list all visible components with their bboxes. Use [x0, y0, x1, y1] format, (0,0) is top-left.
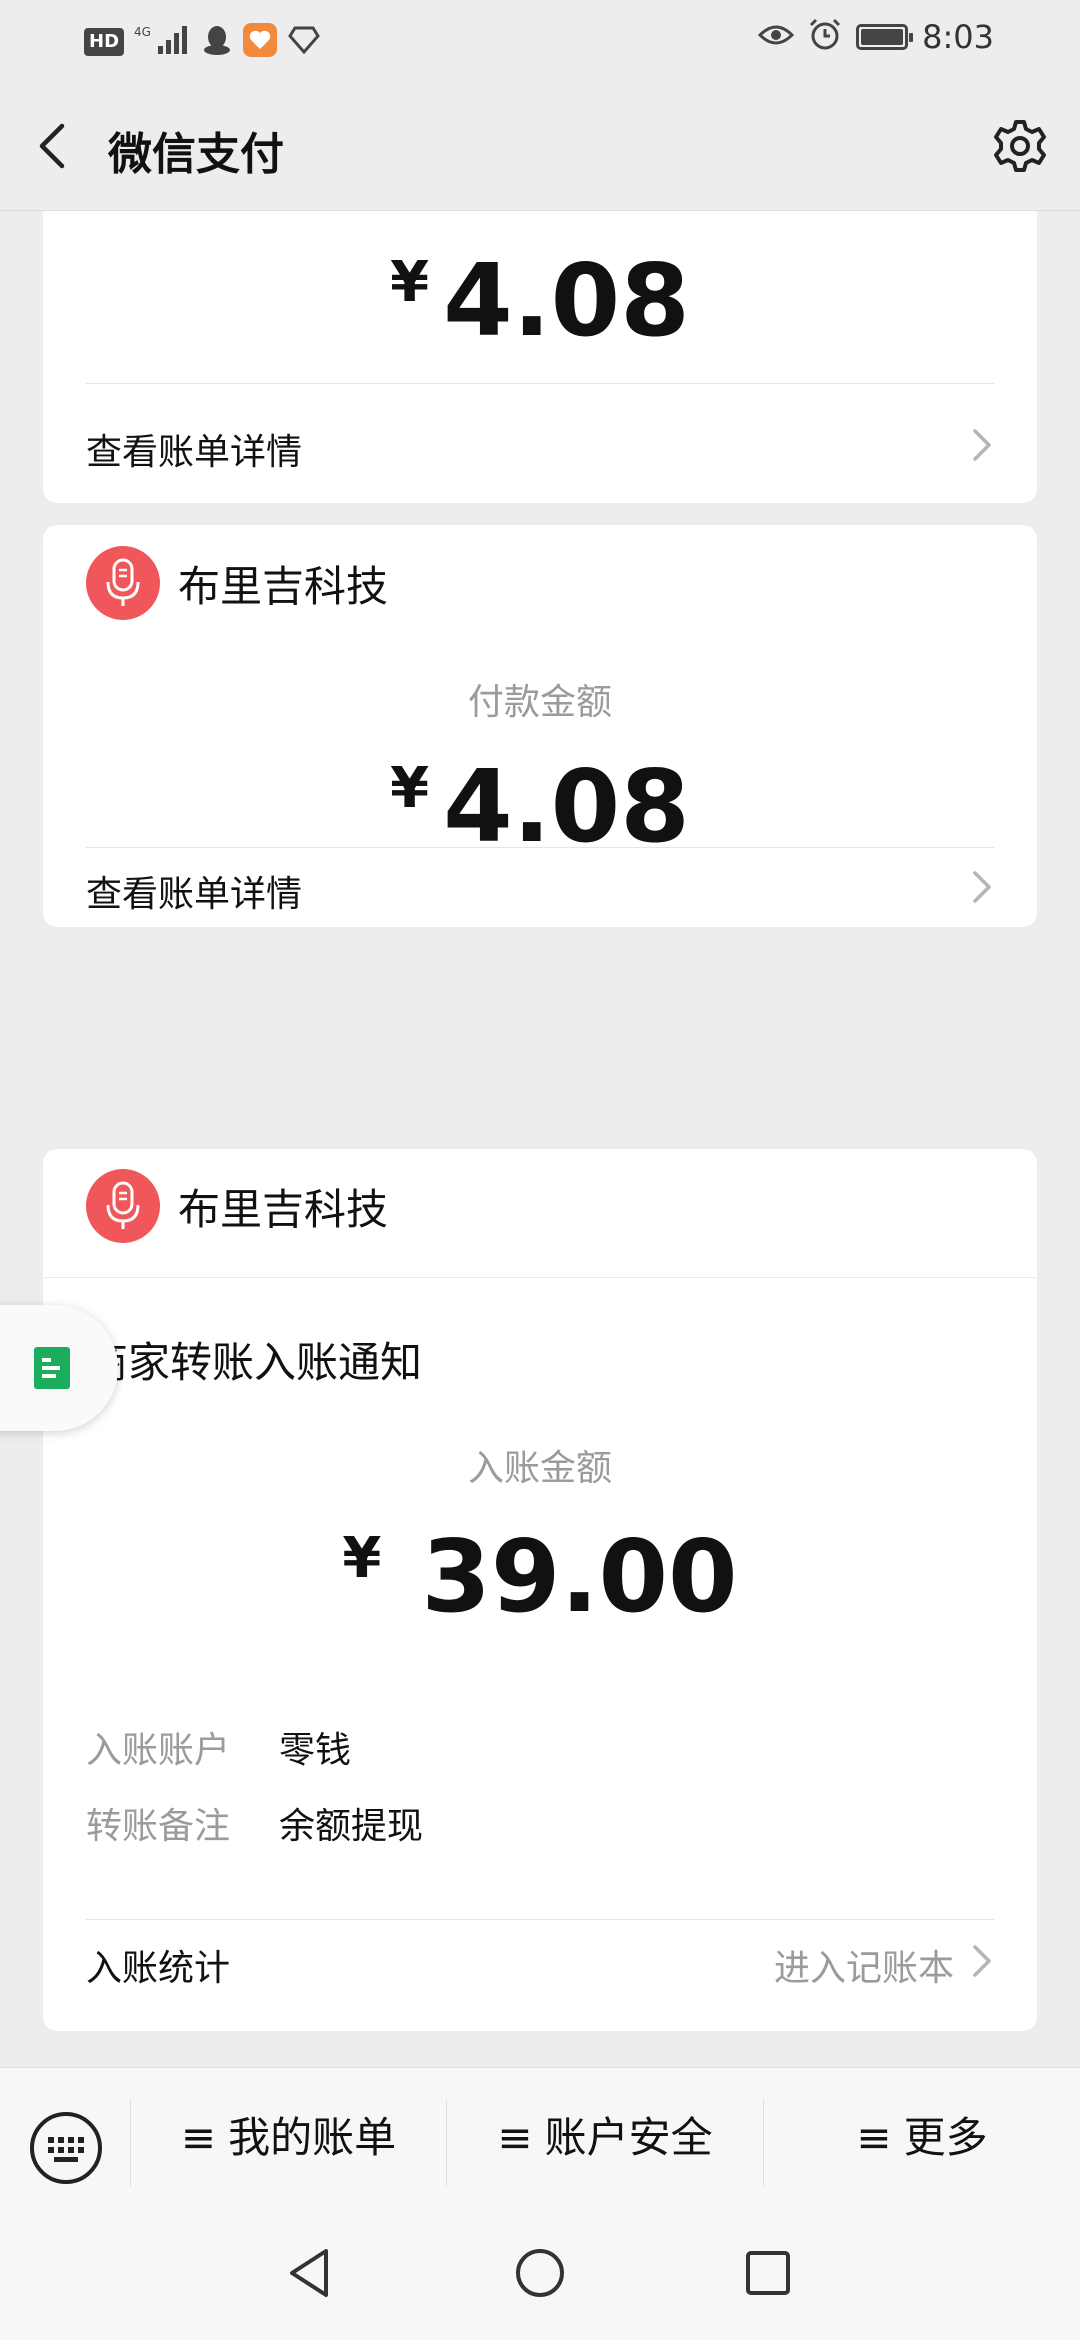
ledger-link-label: 进入记账本	[773, 1948, 954, 1989]
menu-item-label: 更多	[903, 2113, 988, 2162]
diamond-icon	[288, 25, 320, 59]
currency-symbol: ¥	[390, 756, 430, 821]
chevron-left-icon	[39, 123, 65, 169]
merchant-logo	[86, 546, 160, 620]
info-key: 入账账户	[86, 1730, 231, 1771]
card-divider	[86, 1919, 994, 1920]
nav-home-icon[interactable]	[512, 2245, 568, 2301]
currency-symbol: ¥	[390, 250, 430, 315]
view-bill-detail-link[interactable]: 查看账单详情	[86, 405, 994, 485]
page-title: 微信支付	[108, 129, 284, 180]
hd-badge: HD	[84, 28, 125, 56]
payment-amount: ¥4.08	[43, 739, 1037, 857]
chevron-right-icon	[973, 871, 991, 903]
menu-item-label: 我的账单	[228, 2113, 397, 2162]
microphone-icon	[106, 1181, 140, 1229]
info-value: 零钱	[279, 1730, 352, 1771]
nav-back-icon[interactable]	[282, 2245, 338, 2301]
system-nav-bar	[0, 2207, 1080, 2340]
microphone-icon	[106, 558, 140, 606]
menu-item-more[interactable]: ≡ 更多	[764, 2108, 1080, 2168]
info-key: 转账备注	[86, 1806, 231, 1847]
status-right: 8:03	[758, 18, 994, 56]
chevron-right-icon	[973, 1945, 991, 1977]
network-label: 4G	[134, 25, 151, 39]
signal-icon: 4G	[134, 24, 192, 60]
amount-label: 付款金额	[467, 682, 612, 723]
keyboard-toggle-button[interactable]	[28, 2110, 104, 2186]
view-bill-detail-label: 查看账单详情	[86, 432, 303, 473]
menu-item-label: 账户安全	[544, 2113, 713, 2162]
card-divider	[86, 383, 994, 384]
ledger-link[interactable]: 入账统计 进入记账本	[86, 1921, 994, 2001]
received-amount: ¥39.00	[43, 1509, 1037, 1627]
status-time: 8:03	[922, 18, 994, 56]
settings-button[interactable]	[990, 116, 1050, 176]
keyboard-icon	[30, 2112, 102, 2184]
note-icon	[34, 1347, 70, 1389]
menu-item-account-security[interactable]: ≡ 账户安全	[447, 2108, 763, 2168]
payment-amount: ¥4.08	[43, 233, 1037, 351]
alarm-icon	[808, 18, 842, 56]
battery-icon	[856, 24, 914, 50]
merchant-name: 布里吉科技	[178, 561, 389, 611]
transfer-notice-card: 布里吉科技 商家转账入账通知 入账金额 ¥39.00 入账账户 零钱 转账备注 …	[43, 1149, 1037, 2031]
currency-symbol: ¥	[342, 1526, 382, 1591]
merchant-row[interactable]: 布里吉科技	[86, 1169, 388, 1243]
amount-label: 入账金额	[467, 1448, 612, 1489]
menu-icon: ≡	[856, 2113, 892, 2162]
stats-label: 入账统计	[86, 1948, 231, 1989]
card-divider	[43, 1277, 1037, 1278]
gear-icon	[994, 120, 1046, 172]
notice-title: 商家转账入账通知	[86, 1338, 423, 1387]
view-bill-detail-link[interactable]: 查看账单详情	[86, 847, 994, 927]
merchant-row[interactable]: 布里吉科技	[86, 546, 388, 620]
qq-icon	[202, 24, 232, 60]
payment-card: ¥4.08 查看账单详情	[43, 211, 1037, 503]
amount-value: 4.08	[443, 242, 690, 359]
status-left: HD 4G	[84, 22, 320, 62]
status-bar: HD 4G 8:03	[0, 0, 1080, 80]
payment-card: 布里吉科技 付款金额 ¥4.08 查看账单详情	[43, 525, 1037, 927]
message-list[interactable]: ¥4.08 查看账单详情 布里吉科技 付款金额 ¥4.08 查看账单详情 布里吉…	[0, 211, 1080, 2067]
info-value: 余额提现	[279, 1806, 424, 1847]
menu-icon: ≡	[180, 2113, 217, 2162]
health-app-icon	[242, 22, 278, 62]
merchant-logo	[86, 1169, 160, 1243]
back-button[interactable]	[30, 116, 80, 176]
menu-item-my-bills[interactable]: ≡ 我的账单	[131, 2108, 446, 2168]
bottom-menu: ≡ 我的账单 ≡ 账户安全 ≡ 更多	[0, 2067, 1080, 2208]
amount-value: 39.00	[421, 1518, 738, 1635]
chevron-right-icon	[973, 429, 991, 461]
nav-bar: 微信支付	[0, 80, 1080, 211]
merchant-name: 布里吉科技	[178, 1184, 389, 1234]
view-bill-detail-label: 查看账单详情	[86, 874, 303, 915]
menu-icon: ≡	[497, 2113, 533, 2162]
nav-recents-icon[interactable]	[740, 2245, 796, 2301]
eye-icon	[758, 22, 795, 52]
